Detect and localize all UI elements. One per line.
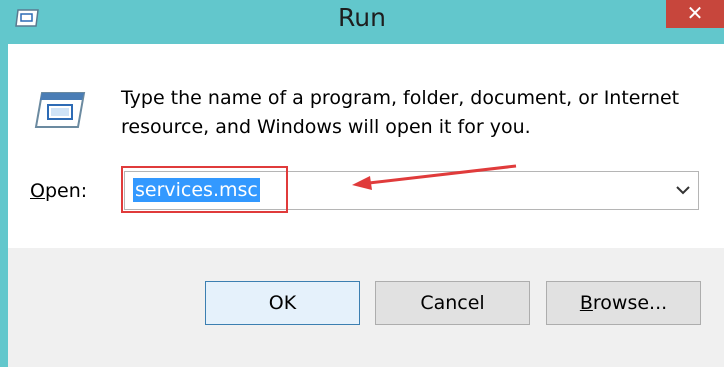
open-label: Open:: [30, 180, 87, 202]
window-title: Run: [338, 3, 386, 32]
close-button[interactable]: ✕: [666, 0, 724, 28]
browse-button[interactable]: Browse...: [546, 281, 701, 325]
ok-button[interactable]: OK: [205, 281, 360, 325]
browse-label: rowse...: [592, 292, 668, 314]
cancel-button[interactable]: Cancel: [375, 281, 530, 325]
open-label-text: pen:: [44, 180, 88, 202]
chevron-down-icon[interactable]: [668, 172, 698, 209]
run-dialog-icon: [34, 92, 86, 128]
annotation-arrow-icon: [352, 164, 517, 190]
title-bar[interactable]: Run ✕: [0, 0, 724, 42]
dialog-body: Type the name of a program, folder, docu…: [8, 44, 724, 367]
annotation-highlight-box: [121, 166, 288, 213]
close-icon: ✕: [686, 1, 704, 25]
browse-accelerator: B: [579, 292, 593, 314]
run-window: Run ✕ Type the name of a program, folder…: [0, 0, 724, 367]
dialog-description: Type the name of a program, folder, docu…: [121, 87, 680, 138]
open-label-accelerator: O: [30, 180, 45, 202]
